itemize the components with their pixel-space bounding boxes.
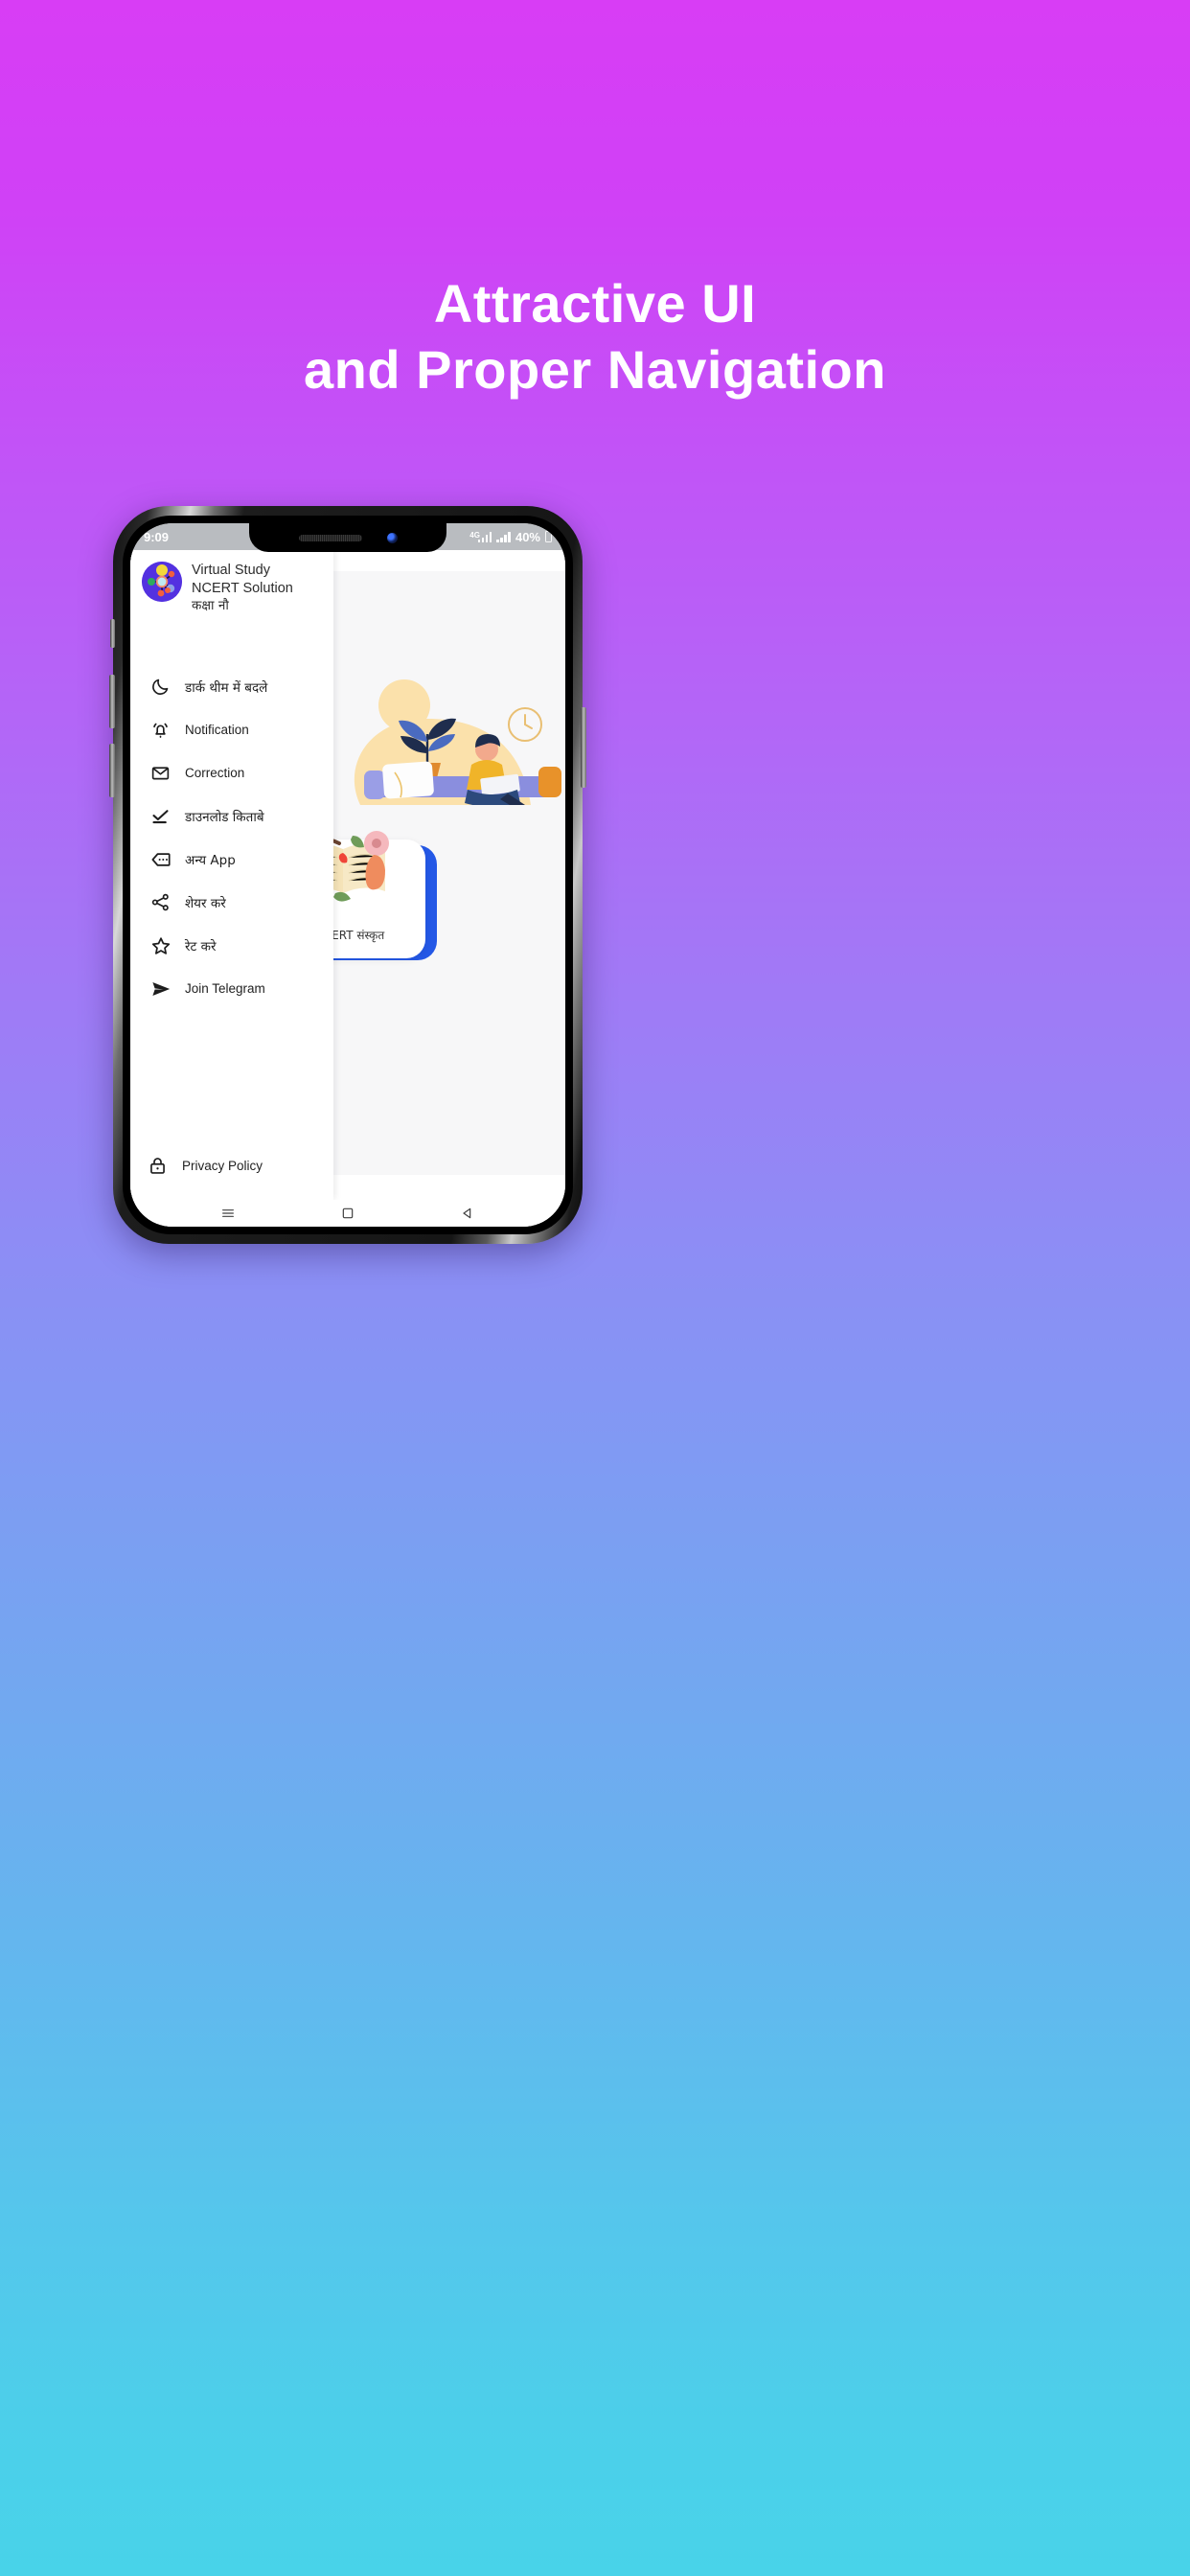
drawer-item-label: Join Telegram [185,981,265,997]
headline-line-2: and Proper Navigation [304,338,886,400]
power-button[interactable] [581,707,586,788]
status-bar-time: 9:09 [144,529,170,544]
recents-icon[interactable] [220,1206,236,1221]
front-camera [386,532,398,543]
envelope-icon [149,762,172,784]
promo-screenshot: Attractive UI and Proper Navigation 9:09… [0,0,1190,2576]
battery-percent-label: 40% [515,529,540,544]
phone-notch [249,523,446,552]
mute-switch[interactable] [110,619,115,648]
headline-line-1: Attractive UI [433,273,757,334]
drawer-item-label: शेयर करे [185,895,226,911]
download-check-icon [149,805,172,827]
drawer-item-dark-theme[interactable]: डार्क थीम में बदले [130,665,333,708]
drawer-header: Virtual Study NCERT Solution कक्षा नौ [130,550,333,615]
app-window: NCERT संस्कृत Virtual Study NCERT Soluti… [130,550,565,1227]
star-icon [149,934,172,956]
share-icon [149,891,172,913]
volume-up-button[interactable] [109,675,115,728]
volume-down-button[interactable] [109,744,115,797]
phone-mockup: 9:09 4G 40% NCERT संस्कृत Virtual Study … [109,506,586,1244]
drawer-item-label: अन्य App [185,852,236,868]
drawer-item-download-books[interactable]: डाउनलोड किताबे [130,794,333,838]
drawer-item-privacy-policy[interactable]: Privacy Policy [148,1146,333,1184]
drawer-item-label: Correction [185,766,245,781]
drawer-item-label: Notification [185,723,249,738]
drawer-item-share[interactable]: शेयर करे [130,881,333,924]
drawer-item-label: डाउनलोड किताबे [185,809,264,825]
app-title: Virtual Study NCERT Solution कक्षा नौ [192,562,293,615]
signal-bars-icon-2 [496,531,511,542]
app-content-area: NCERT संस्कृत Virtual Study NCERT Soluti… [130,550,565,1200]
app-title-line-2: NCERT Solution [192,581,293,597]
drawer-item-notification[interactable]: Notification [130,708,333,751]
send-icon [149,978,172,1000]
phone-frame: 9:09 4G 40% NCERT संस्कृत Virtual Study … [109,506,586,1244]
drawer-item-label: डार्क थीम में बदले [185,679,268,696]
drawer-item-correction[interactable]: Correction [130,751,333,794]
person-studying-illustration [303,659,565,805]
navigation-drawer: Virtual Study NCERT Solution कक्षा नौ डा… [130,550,333,1200]
back-triangle-icon[interactable] [460,1206,475,1221]
drawer-item-other-apps[interactable]: अन्य App [130,838,333,881]
bell-icon [149,719,172,741]
battery-icon [545,529,552,542]
phone-screen: 9:09 4G 40% NCERT संस्कृत Virtual Study … [130,523,565,1227]
more-tag-icon [149,848,172,870]
drawer-item-join-telegram[interactable]: Join Telegram [130,967,333,1010]
signal-bars-icon [477,531,492,542]
earpiece-speaker [298,534,362,541]
drawer-item-label: Privacy Policy [182,1158,263,1173]
moon-icon [149,676,172,698]
home-square-icon[interactable] [340,1206,355,1221]
app-title-line-1: Virtual Study [192,563,270,578]
app-title-line-3: कक्षा नौ [192,598,229,614]
drawer-footer: Privacy Policy [130,1146,333,1200]
cellular-signal-1: 4G [469,531,492,542]
android-navigation-bar [130,1200,565,1227]
molecule-icon [142,562,182,602]
page-title: Attractive UI and Proper Navigation [0,273,1190,400]
drawer-item-rate[interactable]: रेट करे [130,924,333,967]
lock-icon [148,1156,168,1176]
drawer-menu: डार्क थीम में बदले Notification Correcti… [130,665,333,1146]
drawer-item-label: रेट करे [185,938,217,954]
phone-bezel: 9:09 4G 40% NCERT संस्कृत Virtual Study … [123,516,573,1234]
